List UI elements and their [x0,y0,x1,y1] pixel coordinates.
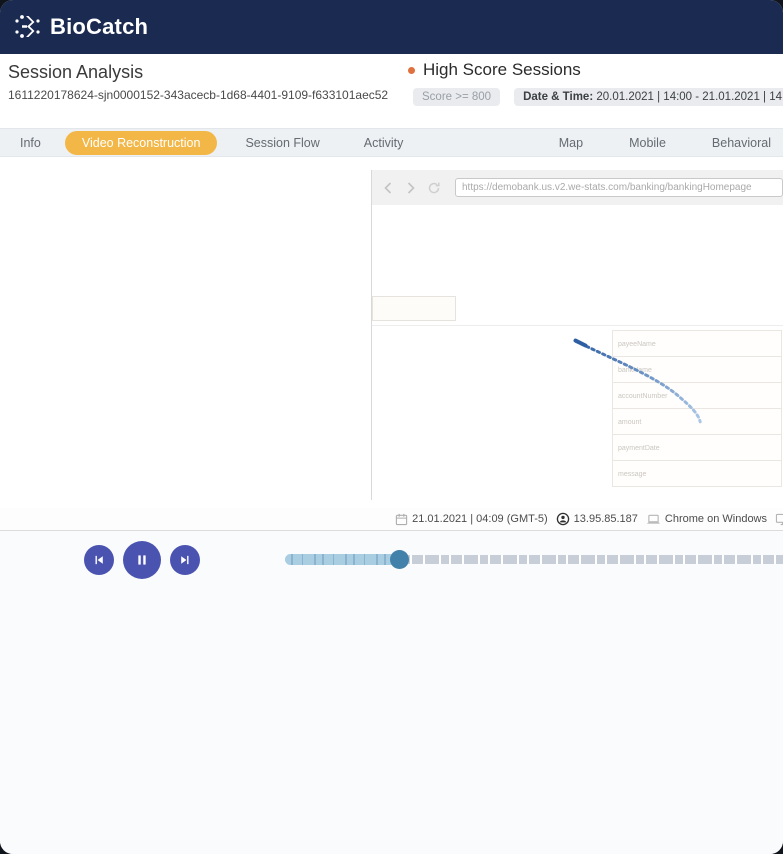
video-timeline[interactable] [285,550,783,569]
browser-url-input[interactable] [455,178,783,197]
app-header: BioCatch [0,0,783,54]
tab-map[interactable]: Map [549,136,593,150]
timeline-played [285,554,399,565]
tab-info[interactable]: Info [10,136,51,150]
pause-button[interactable] [123,541,161,579]
form-field-amount: amount [612,408,782,435]
filter-block: High Score Sessions Score >= 800 Date & … [408,60,783,106]
session-status-bar: 21.01.2021 | 04:09 (GMT-5) 13.95.85.187 … [0,508,783,531]
brand: BioCatch [13,12,148,42]
tab-behavioral[interactable]: Behavioral [702,136,781,150]
laptop-icon [646,513,661,526]
page-divider [372,325,783,326]
browser-forward-icon[interactable] [404,181,418,195]
session-block: Session Analysis 1611220178624-sjn000015… [8,62,388,102]
session-id: 1611220178624-sjn0000152-343acecb-1d68-4… [8,88,389,102]
status-screen [775,513,783,526]
skip-back-button[interactable] [84,545,114,575]
browser-back-icon[interactable] [381,181,395,195]
tab-activity[interactable]: Activity [354,136,414,150]
title-bar: Session Analysis 1611220178624-sjn000015… [0,54,783,128]
playback-area [0,531,783,854]
high-score-dot-icon [408,66,415,74]
browser-toolbar [372,170,783,205]
playback-controls [84,541,200,579]
tab-session-flow[interactable]: Session Flow [235,136,329,150]
tab-video-reconstruction[interactable]: Video Reconstruction [64,130,218,155]
user-ip-icon [556,512,570,526]
tab-bar: Info Video Reconstruction Session Flow A… [0,128,783,157]
filter-title: High Score Sessions [423,60,581,79]
page-title: Session Analysis [8,62,144,82]
datetime-value: 20.01.2021 | 14:00 - 21.01.2021 | 14:57 [596,91,783,103]
page-element-box [372,296,456,321]
replayed-browser-panel: payeeName bankName accountNumber amount … [371,170,783,500]
video-reconstruction-content: payeeName bankName accountNumber amount … [0,157,783,508]
replayed-page-viewport: payeeName bankName accountNumber amount … [372,205,783,500]
form-field-message: message [612,460,782,487]
brand-name: BioCatch [50,14,149,39]
payment-form: payeeName bankName accountNumber amount … [612,330,782,487]
biocatch-logo-icon [13,12,43,42]
form-field-payeeName: payeeName [612,330,782,357]
browser-reload-icon[interactable] [427,181,441,195]
datetime-label: Date & Time: [523,91,594,103]
monitor-icon [775,513,783,526]
status-ip: 13.95.85.187 [556,512,638,526]
form-field-accountNumber: accountNumber [612,382,782,409]
form-field-paymentDate: paymentDate [612,434,782,461]
form-field-bankName: bankName [612,356,782,383]
timeline-handle[interactable] [390,550,409,569]
score-filter-badge: Score >= 800 [413,88,501,106]
calendar-icon [395,513,408,526]
skip-forward-button[interactable] [170,545,200,575]
tab-mobile[interactable]: Mobile [619,136,676,150]
status-device: Chrome on Windows [646,513,767,526]
status-datetime: 21.01.2021 | 04:09 (GMT-5) [395,513,548,526]
datetime-filter-badge: Date & Time: 20.01.2021 | 14:00 - 21.01.… [514,88,783,106]
app-window: BioCatch Session Analysis 1611220178624-… [0,0,783,854]
